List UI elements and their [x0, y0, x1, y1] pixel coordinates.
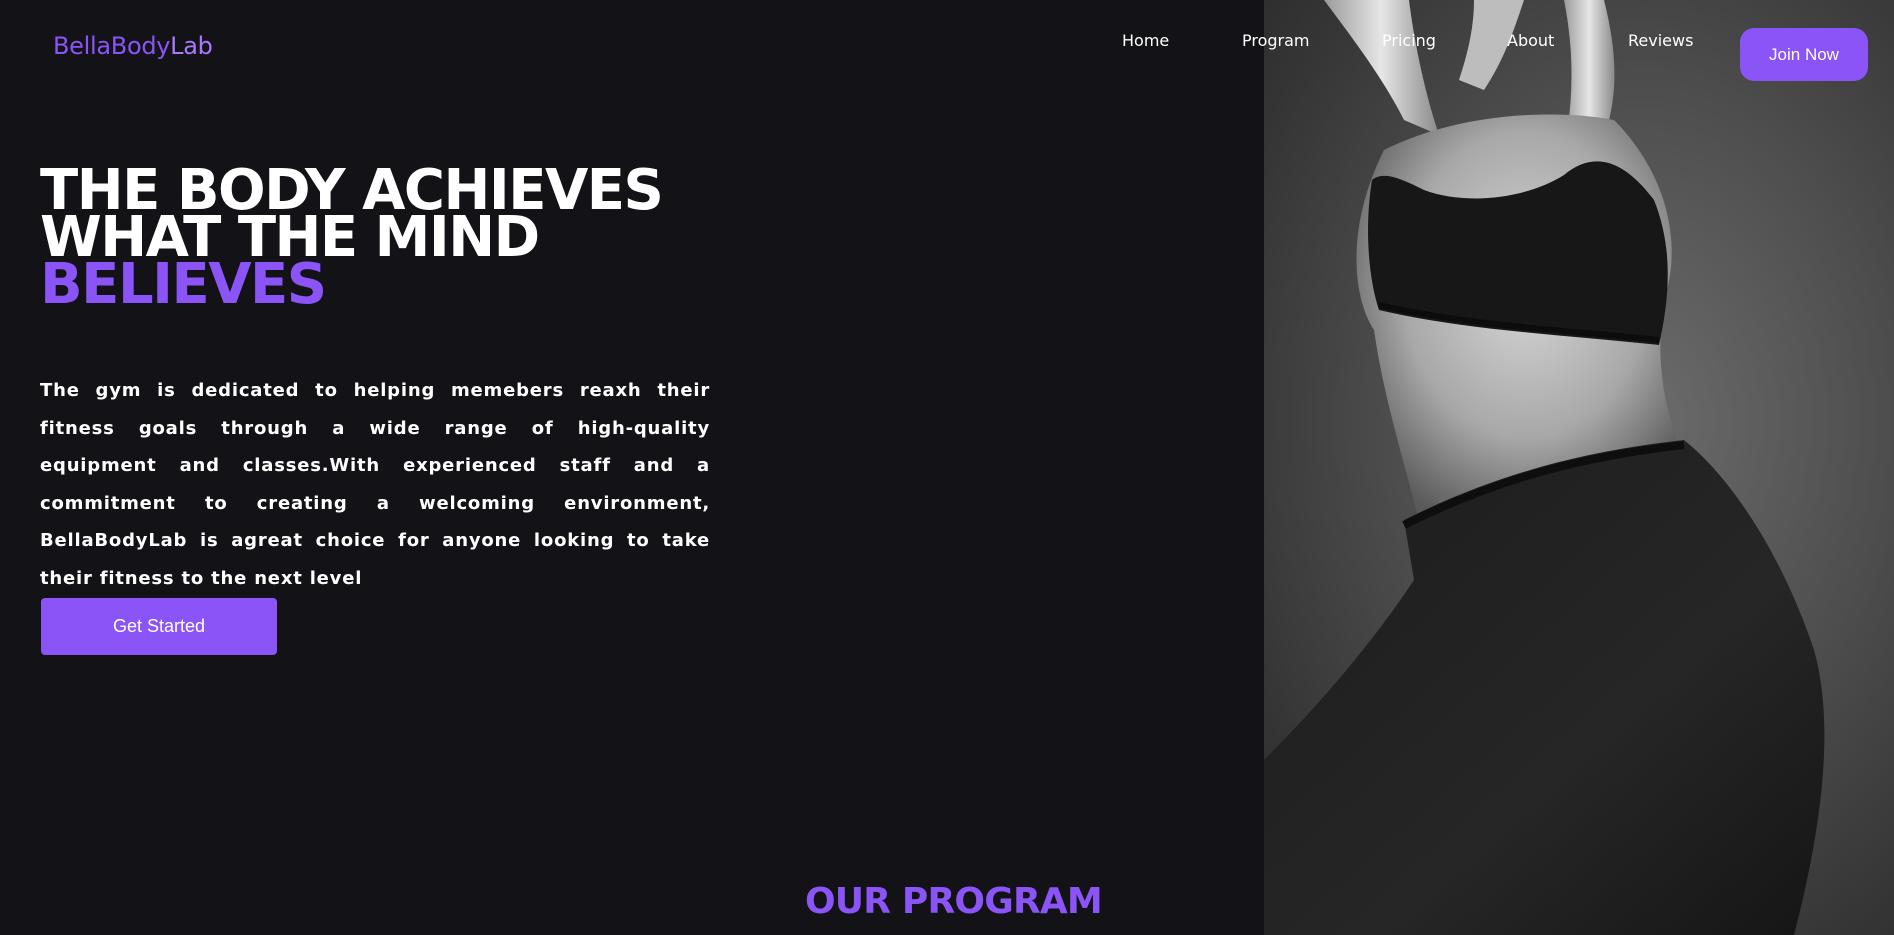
hero-photo: [1264, 0, 1894, 935]
hero-headline: THE BODY ACHIEVES WHAT THE MIND BELIEVES: [40, 163, 664, 313]
nav-link-about[interactable]: About: [1507, 31, 1554, 50]
join-now-button[interactable]: Join Now: [1740, 28, 1868, 81]
our-program-heading: OUR PROGRAM: [805, 881, 1103, 922]
logo-text-primary: BellaBody: [53, 32, 171, 60]
nav-link-pricing[interactable]: Pricing: [1382, 31, 1436, 50]
brand-logo[interactable]: BellaBodyLab: [53, 32, 213, 60]
nav-link-reviews[interactable]: Reviews: [1628, 31, 1693, 50]
nav-link-program[interactable]: Program: [1242, 31, 1310, 50]
landing-page: BellaBodyLab Home Program Pricing About …: [0, 0, 1894, 935]
logo-text-secondary: Lab: [170, 32, 213, 60]
nav-link-home[interactable]: Home: [1122, 31, 1169, 50]
get-started-button[interactable]: Get Started: [41, 598, 277, 655]
hero-description: The gym is dedicated to helping memebers…: [40, 380, 710, 589]
